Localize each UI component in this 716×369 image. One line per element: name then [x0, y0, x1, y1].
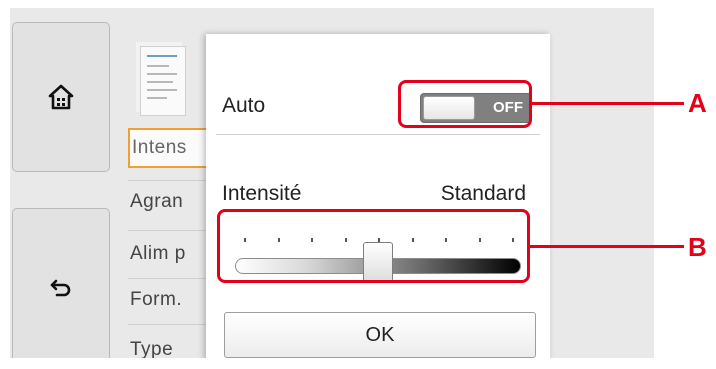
- callout-a-box: [398, 80, 532, 128]
- dialog-divider: [216, 134, 540, 135]
- menu-divider: [128, 324, 208, 325]
- callout-a-line: [532, 102, 684, 105]
- ok-button[interactable]: OK: [224, 312, 536, 358]
- intensity-label: Intensité: [222, 182, 302, 205]
- printer-touchscreen: Intens Agran Alim p Form. Type Auto OFF …: [10, 8, 654, 358]
- callout-b-line: [530, 245, 684, 248]
- menu-divider: [128, 230, 208, 231]
- home-button[interactable]: [12, 22, 110, 172]
- back-button[interactable]: [12, 208, 110, 358]
- callout-b-label: B: [688, 232, 707, 262]
- document-preview-icon: [140, 46, 186, 116]
- callout-a-label: A: [688, 88, 707, 118]
- menu-divider: [128, 278, 208, 279]
- back-arrow-icon: [50, 279, 71, 297]
- menu-divider: [128, 180, 208, 181]
- intensity-value: Standard: [440, 182, 526, 205]
- home-icon: [48, 84, 74, 110]
- callout-b-box: [217, 209, 530, 283]
- auto-label: Auto: [222, 94, 266, 117]
